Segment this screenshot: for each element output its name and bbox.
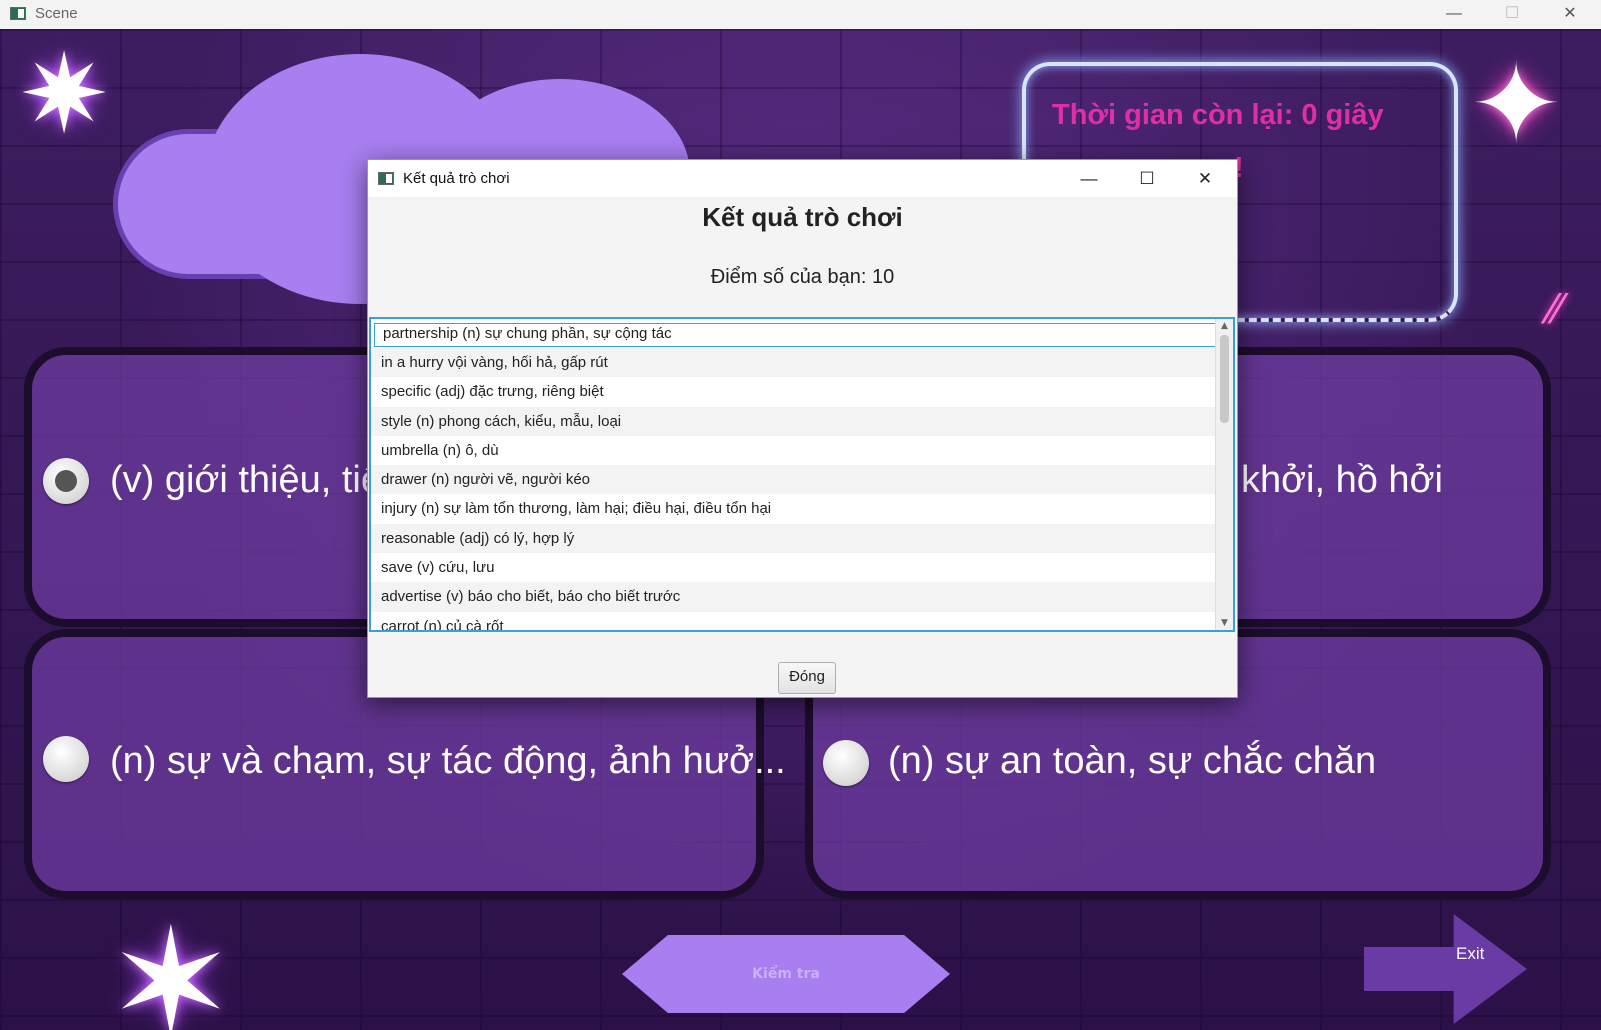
minimize-button[interactable]: — (1425, 0, 1483, 29)
list-item[interactable]: in a hurry vội vàng, hối hả, gấp rút (371, 348, 1216, 378)
dialog-titlebar: Kết quả trò chơi — ☐ ✕ (368, 160, 1237, 197)
exit-button-label[interactable]: Exit (1456, 944, 1484, 964)
check-button[interactable]: Kiểm tra (622, 935, 950, 1013)
option-d-text: (n) sự an toàn, sự chắc chăn (888, 740, 1377, 782)
app-icon (10, 7, 26, 20)
scroll-up-icon[interactable]: ▲ (1216, 319, 1233, 333)
option-b-text: khởi, hồ hởi (1241, 459, 1443, 501)
list-scrollbar[interactable]: ▲ ▼ (1215, 319, 1233, 630)
list-item[interactable]: style (n) phong cách, kiểu, mẫu, loại (371, 406, 1216, 436)
list-item[interactable]: specific (adj) đặc trưng, riêng biệt (371, 377, 1216, 406)
option-c-radio[interactable] (43, 736, 89, 782)
window-titlebar: Scene — ☐ ✕ (0, 0, 1601, 30)
option-a-radio[interactable] (43, 458, 89, 504)
neon-sparkle-icon: ✦ (1470, 40, 1563, 168)
list-item[interactable]: save (v) cứu, lưu (371, 553, 1216, 582)
dialog-minimize-button[interactable]: — (1060, 160, 1118, 197)
maximize-button[interactable]: ☐ (1483, 0, 1541, 29)
list-item[interactable]: umbrella (n) ô, dù (371, 436, 1216, 465)
close-button[interactable]: ✕ (1541, 0, 1599, 29)
list-item[interactable]: drawer (n) người vẽ, người kéo (371, 465, 1216, 495)
dialog-maximize-button[interactable]: ☐ (1118, 160, 1176, 197)
list-item[interactable]: reasonable (adj) có lý, hợp lý (371, 523, 1216, 554)
scroll-down-icon[interactable]: ▼ (1216, 616, 1233, 630)
dialog-heading: Kết quả trò chơi (702, 202, 903, 232)
vocabulary-list[interactable]: partnership (n) sự chung phần, sự cộng t… (369, 317, 1235, 632)
neon-spark-icon: ⁄⁄ (1548, 287, 1562, 333)
list-item[interactable]: carrot (n) củ cà rốt (371, 612, 1216, 630)
dialog-app-icon (378, 172, 394, 185)
option-a-text: (v) giới thiệu, tiế (110, 459, 383, 501)
list-item[interactable]: advertise (v) báo cho biết, báo cho biết… (371, 582, 1216, 612)
result-dialog: Kết quả trò chơi — ☐ ✕ Kết quả trò chơi … (367, 159, 1238, 698)
timer-label: Thời gian còn lại: 0 giây (1052, 99, 1384, 131)
dialog-close-icon[interactable]: ✕ (1176, 160, 1234, 197)
list-item[interactable]: partnership (n) sự chung phần, sự cộng t… (373, 322, 1218, 348)
window-title: Scene (35, 5, 78, 22)
option-c-text: (n) sự và chạm, sự tác động, ảnh hưở... (110, 740, 786, 782)
score-label: Điểm số của bạn: 10 (710, 266, 895, 288)
option-d-radio[interactable] (823, 740, 869, 786)
neon-burst-icon: ✶ (108, 897, 234, 1030)
list-item[interactable]: injury (n) sự làm tổn thương, làm hại; đ… (371, 494, 1216, 523)
dong-button[interactable]: Đóng (778, 662, 836, 694)
scroll-thumb[interactable] (1220, 335, 1229, 423)
dialog-title: Kết quả trò chơi (403, 170, 510, 187)
neon-star-icon: ✷ (18, 30, 111, 158)
